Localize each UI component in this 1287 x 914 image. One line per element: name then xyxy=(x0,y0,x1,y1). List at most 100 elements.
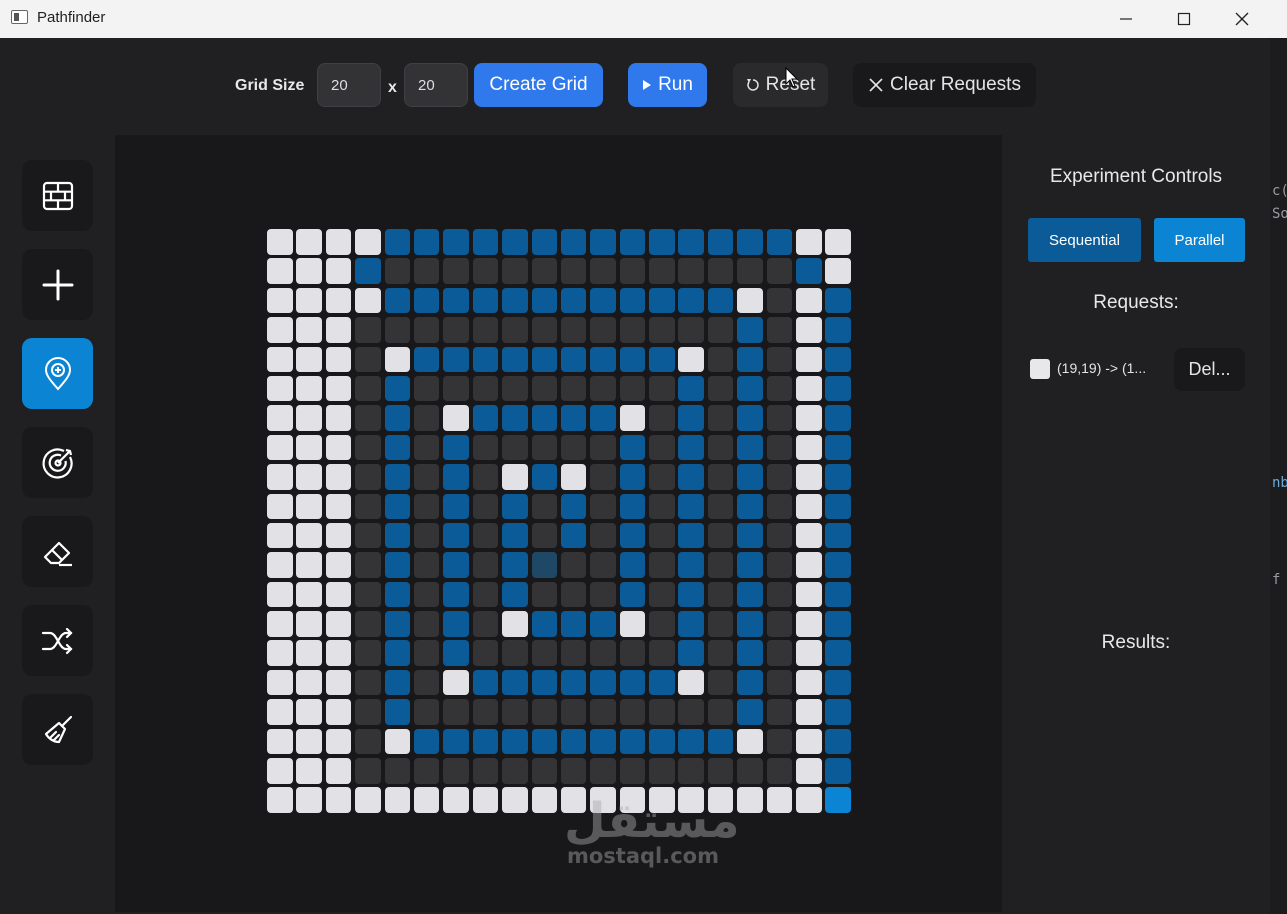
grid-cell-empty[interactable] xyxy=(355,522,381,549)
grid-cell-wall[interactable] xyxy=(796,552,822,578)
grid-cell-wall[interactable] xyxy=(267,493,293,520)
grid-cell-empty[interactable] xyxy=(560,699,587,725)
grid-cell-wall[interactable] xyxy=(678,669,704,696)
grid-cell-path[interactable] xyxy=(413,728,440,755)
grid-cell-wall[interactable] xyxy=(560,464,587,490)
grid-cell-wall[interactable] xyxy=(325,493,352,520)
grid-cell-empty[interactable] xyxy=(707,375,734,402)
grid-cell-empty[interactable] xyxy=(766,405,793,431)
grid-cell-wall[interactable] xyxy=(325,258,352,284)
grid-cell-path[interactable] xyxy=(384,581,411,608)
grid-cell-path[interactable] xyxy=(678,287,704,314)
grid-cell-empty[interactable] xyxy=(649,640,675,666)
grid-cell-wall[interactable] xyxy=(267,229,293,255)
grid-cell-wall[interactable] xyxy=(766,787,793,813)
grid-cell-wall[interactable] xyxy=(267,464,293,490)
grid-cell-path[interactable] xyxy=(619,552,646,578)
grid-cell-wall[interactable] xyxy=(737,728,763,755)
grid-cell-wall[interactable] xyxy=(796,405,822,431)
minimize-button[interactable] xyxy=(1097,0,1155,38)
grid-cell-wall[interactable] xyxy=(472,787,499,813)
grid-cell-empty[interactable] xyxy=(413,405,440,431)
grid-cell-path[interactable] xyxy=(384,464,411,490)
grid-cell-empty[interactable] xyxy=(413,464,440,490)
grid-cell-wall[interactable] xyxy=(384,728,411,755)
grid-cell-empty[interactable] xyxy=(502,258,528,284)
grid-cell-empty[interactable] xyxy=(472,375,499,402)
grid-cell-empty[interactable] xyxy=(472,317,499,343)
grid-cell-empty[interactable] xyxy=(707,434,734,461)
grid-cell-empty[interactable] xyxy=(649,258,675,284)
grid-cell-path[interactable] xyxy=(825,640,851,666)
grid-cell-path[interactable] xyxy=(560,493,587,520)
grid-cell-empty[interactable] xyxy=(531,317,558,343)
grid-cell-empty[interactable] xyxy=(590,434,616,461)
grid-cell-empty[interactable] xyxy=(413,552,440,578)
shuffle-tool-button[interactable] xyxy=(22,605,93,676)
grid-cell-empty[interactable] xyxy=(766,493,793,520)
grid-cell-start[interactable] xyxy=(531,552,558,578)
grid-cell-empty[interactable] xyxy=(766,317,793,343)
grid-cell-empty[interactable] xyxy=(678,317,704,343)
grid-cell-wall[interactable] xyxy=(296,464,322,490)
start-pin-tool-button[interactable] xyxy=(22,338,93,409)
grid-cell-path[interactable] xyxy=(443,581,469,608)
grid-cell-path[interactable] xyxy=(825,522,851,549)
grid-cell-empty[interactable] xyxy=(649,522,675,549)
grid-cell-path[interactable] xyxy=(560,522,587,549)
grid-cell-wall[interactable] xyxy=(796,640,822,666)
grid-cell-path[interactable] xyxy=(737,669,763,696)
grid-cell-wall[interactable] xyxy=(296,287,322,314)
grid-cell-empty[interactable] xyxy=(707,611,734,637)
grid-cell-empty[interactable] xyxy=(678,758,704,784)
grid-cell-path[interactable] xyxy=(502,669,528,696)
grid-cell-wall[interactable] xyxy=(296,611,322,637)
grid-cell-path[interactable] xyxy=(678,493,704,520)
grid-cell-empty[interactable] xyxy=(649,434,675,461)
grid-cell-empty[interactable] xyxy=(766,287,793,314)
grid-cell-wall[interactable] xyxy=(296,728,322,755)
grid-cell-path[interactable] xyxy=(825,699,851,725)
grid-cell-empty[interactable] xyxy=(649,493,675,520)
grid-cell-wall[interactable] xyxy=(737,287,763,314)
grid-cell-path[interactable] xyxy=(678,611,704,637)
grid-cell-path[interactable] xyxy=(737,405,763,431)
grid-cell-wall[interactable] xyxy=(325,522,352,549)
grid-cell-empty[interactable] xyxy=(413,669,440,696)
grid-cell-path[interactable] xyxy=(678,434,704,461)
grid-cell-empty[interactable] xyxy=(502,699,528,725)
grid-cell-path[interactable] xyxy=(531,464,558,490)
grid-cell-goal[interactable] xyxy=(825,787,851,813)
grid-cell-path[interactable] xyxy=(560,611,587,637)
grid-cell-path[interactable] xyxy=(707,287,734,314)
grid-cell-wall[interactable] xyxy=(325,229,352,255)
grid-cell-wall[interactable] xyxy=(413,787,440,813)
grid-cell-wall[interactable] xyxy=(502,464,528,490)
grid-cell-empty[interactable] xyxy=(472,434,499,461)
grid-cell-wall[interactable] xyxy=(737,787,763,813)
grid-cell-path[interactable] xyxy=(678,552,704,578)
grid-cell-empty[interactable] xyxy=(766,611,793,637)
grid-cell-wall[interactable] xyxy=(267,611,293,637)
grid-cell-path[interactable] xyxy=(619,581,646,608)
grid-cell-path[interactable] xyxy=(825,611,851,637)
eraser-tool-button[interactable] xyxy=(22,516,93,587)
grid-cell-empty[interactable] xyxy=(649,464,675,490)
grid-cell-wall[interactable] xyxy=(296,258,322,284)
grid-cell-path[interactable] xyxy=(619,229,646,255)
grid-cell-wall[interactable] xyxy=(325,346,352,373)
grid-cell-empty[interactable] xyxy=(384,317,411,343)
grid-cell-path[interactable] xyxy=(707,229,734,255)
grid-cell-path[interactable] xyxy=(649,287,675,314)
grid-cell-empty[interactable] xyxy=(384,758,411,784)
grid-cell-empty[interactable] xyxy=(649,611,675,637)
grid-cell-wall[interactable] xyxy=(296,317,322,343)
maximize-button[interactable] xyxy=(1155,0,1213,38)
grid-cell-path[interactable] xyxy=(678,375,704,402)
grid-cell-path[interactable] xyxy=(384,375,411,402)
grid-cell-path[interactable] xyxy=(443,464,469,490)
grid-cell-empty[interactable] xyxy=(384,258,411,284)
grid-cell-path[interactable] xyxy=(531,669,558,696)
grid-cell-path[interactable] xyxy=(590,287,616,314)
grid-cell-wall[interactable] xyxy=(325,758,352,784)
